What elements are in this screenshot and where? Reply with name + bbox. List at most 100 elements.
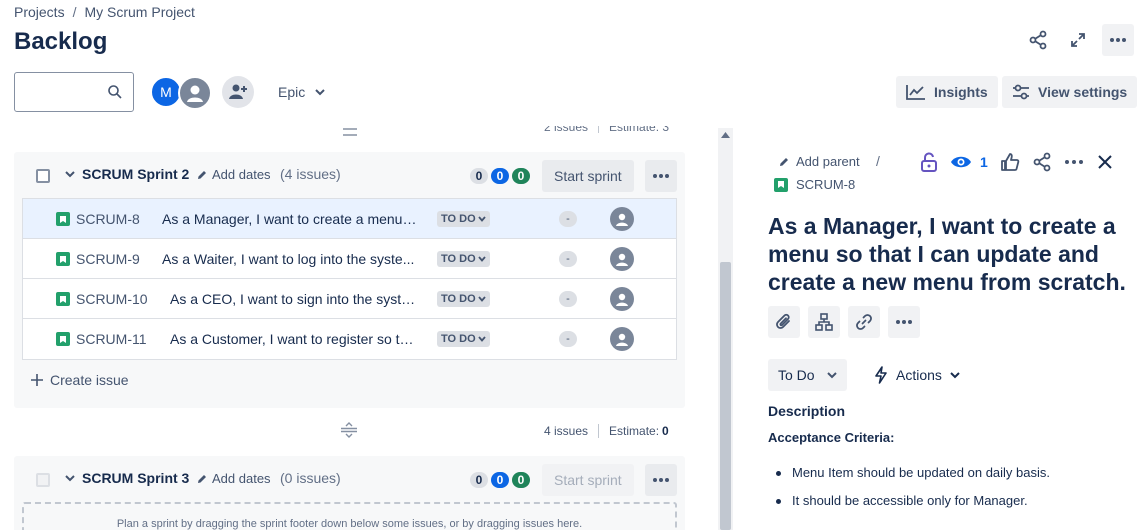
user-icon xyxy=(616,333,628,346)
epic-filter-dropdown[interactable]: Epic xyxy=(270,80,333,104)
assignee-avatar[interactable] xyxy=(610,327,634,351)
status-label: TO DO xyxy=(441,293,476,305)
watch-button[interactable]: 1 xyxy=(950,154,988,170)
assignee-avatar[interactable] xyxy=(610,247,634,271)
scrollbar-thumb[interactable] xyxy=(720,262,731,530)
sprint-more-button[interactable] xyxy=(645,160,677,192)
breadcrumb-projects-link[interactable]: Projects xyxy=(14,4,65,20)
watch-count: 1 xyxy=(980,154,988,170)
issue-summary: As a CEO, I want to sign into the syste.… xyxy=(170,291,418,307)
list-item: Menu Item should be updated on daily bas… xyxy=(774,465,1050,480)
sprint-card-sprint-2: SCRUM Sprint 2 Add dates (4 issues) 0 0 … xyxy=(14,152,685,408)
chevron-down-icon xyxy=(950,372,960,379)
add-parent-button[interactable]: Add parent xyxy=(778,154,860,169)
sprint-more-button[interactable] xyxy=(645,464,677,496)
previous-sprint-summary: 2 issues Estimate: 3 xyxy=(544,126,669,134)
status-dropdown[interactable]: TO DO xyxy=(437,331,490,347)
story-icon xyxy=(56,252,70,266)
in-progress-count-badge: 0 xyxy=(491,168,509,184)
user-icon xyxy=(616,213,628,226)
add-people-button[interactable] xyxy=(222,76,254,108)
summary-divider xyxy=(598,126,600,133)
more-icon[interactable] xyxy=(1064,159,1084,165)
search-icon xyxy=(108,85,122,99)
attach-button[interactable] xyxy=(768,306,800,338)
estimate-badge[interactable]: - xyxy=(559,331,577,347)
estimate-badge[interactable]: - xyxy=(559,291,577,307)
start-sprint-button[interactable]: Start sprint xyxy=(542,464,634,496)
status-counts: 0 0 0 xyxy=(470,168,530,184)
issue-row-scrum-9[interactable]: SCRUM-9 As a Waiter, I want to log into … xyxy=(23,239,676,279)
detail-actions: 1 xyxy=(920,152,1114,172)
breadcrumb: Projects / My Scrum Project xyxy=(14,4,195,20)
search-input[interactable] xyxy=(23,73,107,109)
issue-row-scrum-10[interactable]: SCRUM-10 As a CEO, I want to sign into t… xyxy=(23,279,676,319)
issue-summary: As a Manager, I want to create a menu ..… xyxy=(162,211,418,227)
more-tools-button[interactable] xyxy=(888,306,920,338)
more-actions-button[interactable] xyxy=(1102,24,1134,56)
eye-icon xyxy=(951,156,971,168)
sprint-name[interactable]: SCRUM Sprint 3 xyxy=(82,470,189,486)
page-title: Backlog xyxy=(14,28,108,55)
issue-row-scrum-8[interactable]: SCRUM-8 As a Manager, I want to create a… xyxy=(23,199,676,239)
acceptance-criteria-heading[interactable]: Acceptance Criteria: xyxy=(768,430,894,445)
fullscreen-button[interactable] xyxy=(1062,24,1094,56)
issue-status-dropdown[interactable]: To Do xyxy=(768,359,847,391)
story-icon xyxy=(56,292,70,306)
issue-summary: As a Waiter, I want to log into the syst… xyxy=(162,251,415,267)
link-issue-button[interactable] xyxy=(848,306,880,338)
view-settings-button[interactable]: View settings xyxy=(1002,76,1138,108)
issue-key[interactable]: SCRUM-8 xyxy=(76,211,140,227)
sprint-footer-drag-handle[interactable] xyxy=(340,422,358,443)
chevron-down-icon xyxy=(315,89,325,96)
actions-dropdown[interactable]: Actions xyxy=(866,359,968,391)
create-issue-button[interactable]: Create issue xyxy=(30,372,129,388)
issue-key[interactable]: SCRUM-10 xyxy=(76,291,148,307)
summary-divider xyxy=(598,424,600,438)
assignee-avatar[interactable] xyxy=(610,207,634,231)
issue-title[interactable]: As a Manager, I want to create a menu so… xyxy=(768,212,1138,296)
issue-summary: As a Customer, I want to register so th.… xyxy=(170,331,418,347)
status-dropdown[interactable]: TO DO xyxy=(437,211,490,227)
more-icon xyxy=(896,320,912,324)
issue-row-scrum-11[interactable]: SCRUM-11 As a Customer, I want to regist… xyxy=(23,319,676,359)
empty-sprint-dropzone[interactable]: Plan a sprint by dragging the sprint foo… xyxy=(22,502,677,530)
share-icon[interactable] xyxy=(1032,152,1052,172)
drag-handle-top[interactable] xyxy=(342,126,358,138)
sprint-select-checkbox[interactable] xyxy=(36,473,50,487)
estimate-badge[interactable]: - xyxy=(559,251,577,267)
issue-key[interactable]: SCRUM-11 xyxy=(76,331,147,347)
status-dropdown[interactable]: TO DO xyxy=(437,251,490,267)
assignee-avatar[interactable] xyxy=(610,287,634,311)
epic-filter-label: Epic xyxy=(278,84,306,100)
avatar-filter-unassigned[interactable] xyxy=(178,76,212,110)
chevron-down-icon[interactable] xyxy=(64,472,76,484)
detail-issue-key[interactable]: SCRUM-8 xyxy=(774,177,855,192)
add-dates-button[interactable]: Add dates xyxy=(196,471,271,486)
status-dropdown[interactable]: TO DO xyxy=(437,291,490,307)
thumbs-up-icon[interactable] xyxy=(1000,152,1020,172)
close-icon[interactable] xyxy=(1096,153,1114,171)
chevron-down-icon xyxy=(477,216,486,222)
pencil-icon xyxy=(198,474,206,483)
add-child-issue-button[interactable] xyxy=(808,306,840,338)
expand-icon xyxy=(1071,33,1085,47)
breadcrumb-project-link[interactable]: My Scrum Project xyxy=(84,4,194,20)
scroll-up-arrow-icon[interactable] xyxy=(721,132,730,138)
story-icon xyxy=(56,332,70,346)
detail-breadcrumb-separator: / xyxy=(876,153,880,169)
start-sprint-button[interactable]: Start sprint xyxy=(542,160,634,192)
user-icon xyxy=(616,253,628,266)
share-button[interactable] xyxy=(1022,24,1054,56)
sprint-name[interactable]: SCRUM Sprint 2 xyxy=(82,166,189,182)
issue-key[interactable]: SCRUM-9 xyxy=(76,251,140,267)
sprint-2-summary: 4 issues Estimate: 0 xyxy=(544,424,669,438)
chevron-down-icon[interactable] xyxy=(64,168,76,180)
add-dates-button[interactable]: Add dates xyxy=(196,167,271,182)
insights-button[interactable]: Insights xyxy=(896,76,998,108)
estimate-badge[interactable]: - xyxy=(559,211,577,227)
sprint-select-checkbox[interactable] xyxy=(36,169,50,183)
status-label: TO DO xyxy=(441,253,476,265)
create-issue-label: Create issue xyxy=(50,372,129,388)
unlock-icon[interactable] xyxy=(920,152,938,172)
